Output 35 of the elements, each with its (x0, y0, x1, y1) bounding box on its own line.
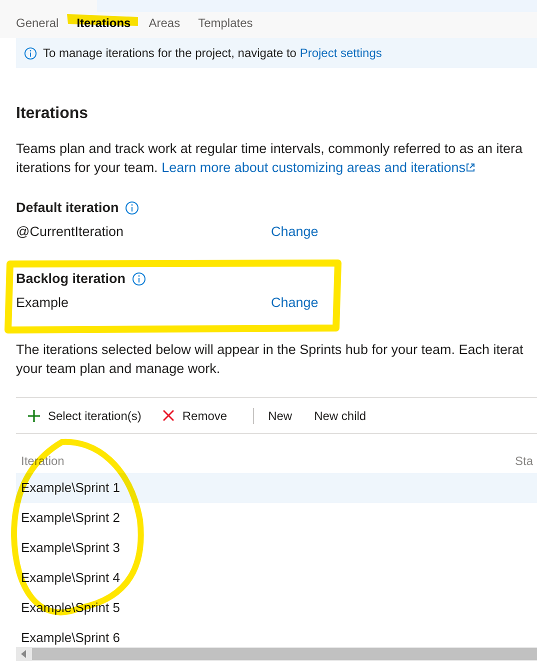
scrollbar-thumb[interactable] (32, 648, 537, 660)
table-row[interactable]: Example\Sprint 2 (16, 503, 537, 533)
info-icon (24, 46, 37, 60)
selection-note: The iterations selected below will appear in the Sprints hub for your team. Each iterat your team plan and manage work. (16, 341, 524, 378)
setting-label: Backlog iteration (16, 270, 126, 288)
table-row[interactable]: Example\Sprint 3 (16, 533, 537, 563)
tab[interactable]: Areas (148, 14, 180, 32)
horizontal-scrollbar[interactable] (16, 647, 537, 661)
iteration-path: Example\Sprint 3 (21, 539, 120, 558)
iteration-path: Example\Sprint 2 (21, 509, 120, 528)
select-iterations-button[interactable]: Select iteration(s) (28, 406, 142, 424)
toolbar-button[interactable]: New child (314, 406, 366, 424)
setting-value: @CurrentIteration (16, 222, 124, 241)
tab[interactable]: General (16, 14, 59, 32)
tab[interactable]: Templates (198, 14, 253, 32)
info-icon[interactable] (124, 201, 139, 215)
setting-value: Example (16, 294, 70, 312)
description-text: Teams plan and track work at regular time intervals, commonly referred to as an itera iterations for your team. Learn more about customizing areas and iterations (16, 140, 524, 177)
left-arrow-icon[interactable] (21, 650, 27, 658)
remove-button[interactable]: Remove (163, 406, 228, 424)
iteration-path: Example\Sprint 6 (21, 629, 120, 647)
setting-label: Default iteration (16, 198, 119, 217)
change-link[interactable]: Change (271, 222, 318, 242)
project-settings-link[interactable]: Project settings (300, 46, 382, 60)
info-icon[interactable] (132, 272, 146, 286)
info-message: To manage iterations for the project, navigate to Project settings (43, 45, 382, 62)
external-link-icon[interactable] (466, 163, 476, 172)
change-link[interactable]: Change (271, 292, 318, 314)
toolbar-button[interactable]: New (268, 406, 292, 424)
table-row[interactable]: Example\Sprint 6 (16, 623, 537, 647)
close-icon (163, 410, 174, 421)
column-header: Sta (515, 453, 534, 470)
plus-icon (28, 410, 40, 422)
learn-more-link[interactable]: Learn more about customizing areas and iterations (162, 160, 466, 175)
section-title: Iterations (16, 104, 90, 124)
